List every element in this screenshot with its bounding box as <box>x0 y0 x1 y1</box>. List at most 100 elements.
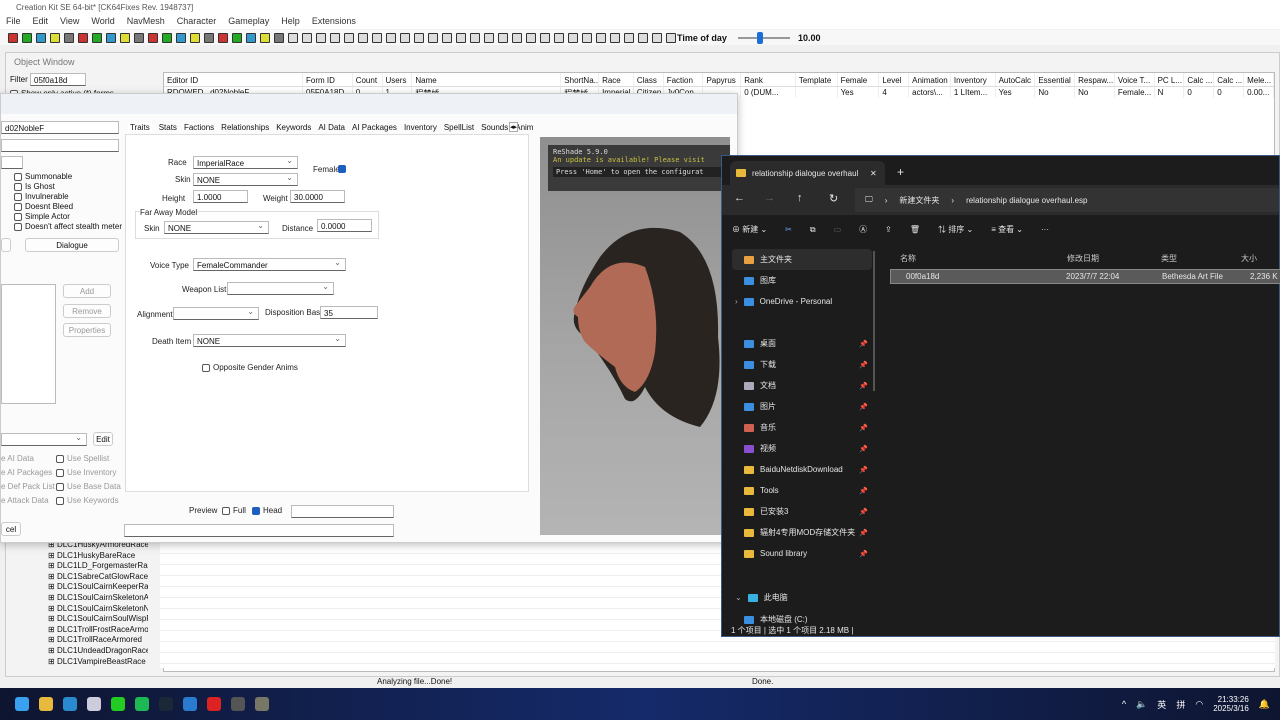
toolbar-tool-icon[interactable] <box>428 32 438 43</box>
column-header[interactable]: Template <box>796 73 838 86</box>
far-skin-select[interactable]: NONE <box>164 221 269 234</box>
short-name-field[interactable] <box>1 156 23 169</box>
toolbar-tool-icon[interactable] <box>596 32 606 43</box>
tab-scroll-arrows[interactable]: ◂▸ <box>509 122 519 132</box>
toolbar-tool-icon[interactable] <box>442 32 452 43</box>
menu-gameplay[interactable]: Gameplay <box>228 16 269 27</box>
toolbar-tool-icon[interactable] <box>386 32 396 43</box>
nav-item[interactable]: BaiduNetdiskDownload 📌 <box>732 459 872 480</box>
tree-item[interactable]: ⊞ DLC1LD_ForgemasterRac <box>48 561 148 572</box>
creation-kit-icon[interactable] <box>231 697 245 711</box>
nav-item[interactable]: ⌄ 此电脑 <box>732 587 872 608</box>
add-button[interactable]: Add <box>63 284 111 298</box>
pin-icon[interactable]: 📌 <box>859 550 868 558</box>
toolbar-tool-icon[interactable] <box>540 32 550 43</box>
cancel-button[interactable]: cel <box>1 522 21 536</box>
tab-sounds[interactable]: Sounds <box>481 123 508 132</box>
nav-item[interactable]: 音乐 📌 <box>732 417 872 438</box>
editor-id-field[interactable]: d02NobleF <box>1 121 119 134</box>
name-field[interactable] <box>1 139 119 152</box>
tree-item[interactable]: ⊞ DLC1VampireBeastRace <box>48 657 148 668</box>
toolbar-tool-icon[interactable] <box>50 32 60 43</box>
column-header[interactable]: Respaw... <box>1075 73 1115 86</box>
pin-icon[interactable]: 📌 <box>859 508 868 516</box>
column-header[interactable]: Calc ... <box>1184 73 1215 86</box>
explorer-tab[interactable]: relationship dialogue overhaul ✕ <box>730 161 885 185</box>
wifi-icon[interactable]: ◠ <box>1195 699 1203 710</box>
column-header[interactable]: Name <box>412 73 562 86</box>
tree-item[interactable]: ⊞ DLC1SabreCatGlowRace <box>48 572 148 583</box>
column-header[interactable]: Papyrus <box>703 73 742 86</box>
tab-traits[interactable]: Traits <box>128 123 152 132</box>
expand-chevron-icon[interactable]: › <box>735 297 738 306</box>
pin-icon[interactable]: 📌 <box>859 529 868 537</box>
remove-button[interactable]: Remove <box>63 304 111 318</box>
toolbar-tool-icon[interactable] <box>498 32 508 43</box>
toolbar-tool-icon[interactable] <box>554 32 564 43</box>
start-icon[interactable] <box>15 697 29 711</box>
pin-icon[interactable]: 📌 <box>859 382 868 390</box>
expand-icon[interactable]: ⊞ <box>48 646 57 655</box>
time-of-day-slider[interactable] <box>738 32 790 44</box>
toolbar-tool-icon[interactable] <box>92 32 102 43</box>
column-header[interactable]: ShortNa... <box>561 73 600 86</box>
toolbar-tool-icon[interactable] <box>414 32 424 43</box>
ime-language[interactable]: 英 <box>1157 698 1166 711</box>
toolbar-tool-icon[interactable] <box>568 32 578 43</box>
template-flag-label[interactable]: e AI Data <box>1 452 55 466</box>
flag-checkbox[interactable]: Summonable <box>14 172 122 182</box>
notification-icon[interactable]: 🔔 <box>1259 699 1270 710</box>
toolbar-tool-icon[interactable] <box>666 32 676 43</box>
column-header[interactable]: Users <box>383 73 413 86</box>
expand-icon[interactable]: ⊞ <box>48 625 57 634</box>
refresh-icon[interactable]: ↻ <box>829 192 838 205</box>
toolbar-tool-icon[interactable] <box>162 32 172 43</box>
head-preview[interactable] <box>540 137 730 535</box>
edit-button[interactable]: Edit <box>93 432 113 446</box>
column-header[interactable]: Count <box>353 73 383 86</box>
toolbar-tool-icon[interactable] <box>246 32 256 43</box>
left-button[interactable] <box>1 238 11 252</box>
template-select[interactable] <box>1 433 87 446</box>
toolbar-tool-icon[interactable] <box>652 32 662 43</box>
flag-checkbox[interactable]: Is Ghost <box>14 182 122 192</box>
toolbar-tool-icon[interactable] <box>610 32 620 43</box>
height-field[interactable]: 1.0000 <box>193 190 248 203</box>
address-bar[interactable]: 🖵 › 新建文件夹 › relationship dialogue overhaul.e… <box>855 188 1279 212</box>
more-icon[interactable]: ··· <box>1041 225 1049 234</box>
pin-icon[interactable]: 📌 <box>859 487 868 495</box>
expand-icon[interactable]: ⊞ <box>48 593 57 602</box>
back-icon[interactable]: ← <box>734 192 745 204</box>
script-list[interactable] <box>1 284 56 404</box>
column-header[interactable]: Calc ... <box>1214 73 1245 86</box>
column-header[interactable]: Mele... <box>1244 73 1274 86</box>
nav-item[interactable]: 桌面 📌 <box>732 333 872 354</box>
toolbar-tool-icon[interactable] <box>512 32 522 43</box>
head-checkbox[interactable]: Head <box>252 506 282 515</box>
flag-checkbox[interactable]: Simple Actor <box>14 212 122 222</box>
expand-icon[interactable]: ⊞ <box>48 561 57 570</box>
game-icon[interactable] <box>255 697 269 711</box>
tab-keywords[interactable]: Keywords <box>276 123 311 132</box>
template-flag-checkbox[interactable]: Use Inventory <box>56 466 121 480</box>
full-checkbox[interactable]: Full <box>222 506 246 515</box>
toolbar-tool-icon[interactable] <box>120 32 130 43</box>
menu-file[interactable]: File <box>6 16 21 27</box>
nav-item[interactable]: 图片 📌 <box>732 396 872 417</box>
alignment-select[interactable] <box>173 307 259 320</box>
toolbar-tool-icon[interactable] <box>8 32 18 43</box>
column-header[interactable]: Essential <box>1035 73 1076 86</box>
column-header[interactable]: PC L... <box>1155 73 1185 86</box>
toolbar-tool-icon[interactable] <box>106 32 116 43</box>
tab-stats[interactable]: Stats <box>159 123 177 132</box>
copy-icon[interactable]: ⧉ <box>810 225 816 235</box>
column-header[interactable]: Faction <box>664 73 704 86</box>
delete-icon[interactable]: 🗑 <box>910 225 920 234</box>
flag-checkbox[interactable]: Doesnt Bleed <box>14 202 122 212</box>
expand-icon[interactable]: ⊞ <box>48 657 57 666</box>
tab-inventory[interactable]: Inventory <box>404 123 437 132</box>
column-header[interactable]: Form ID <box>303 73 353 86</box>
pin-icon[interactable]: 📌 <box>859 340 868 348</box>
task-manager-icon[interactable] <box>87 697 101 711</box>
toolbar-tool-icon[interactable] <box>260 32 270 43</box>
